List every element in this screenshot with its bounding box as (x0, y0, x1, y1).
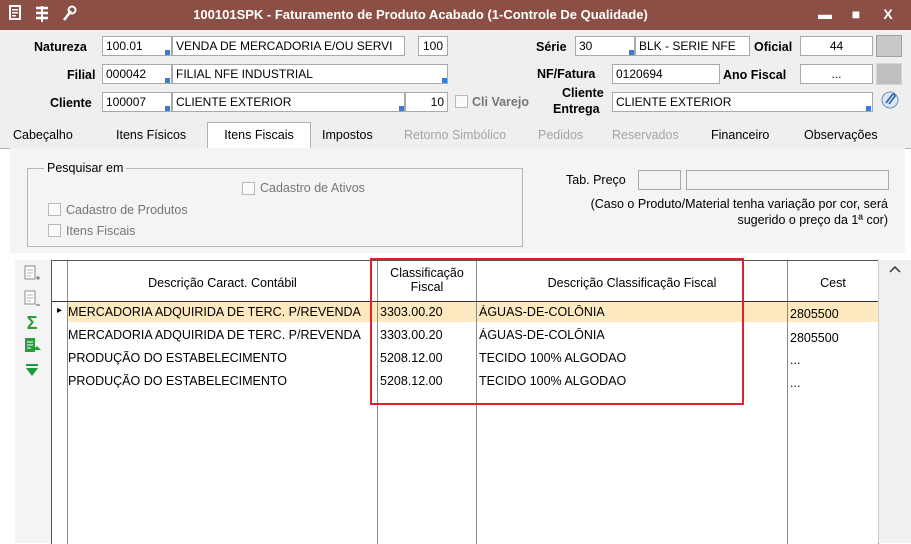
lookup-icon[interactable] (165, 50, 170, 55)
nf-fatura-field[interactable]: 0120694 (612, 64, 720, 84)
header-form: Natureza 100.01 VENDA DE MERCADORIA E/OU… (0, 30, 911, 122)
lookup-icon[interactable] (629, 50, 634, 55)
row-indicator-icon: ▸ (57, 305, 63, 316)
side-button[interactable] (876, 35, 902, 57)
move-last-icon[interactable] (22, 361, 42, 381)
cell-descricao: PRODUÇÃO DO ESTABELECIMENTO (68, 351, 288, 365)
close-button[interactable]: X (876, 4, 900, 24)
export-icon[interactable] (22, 336, 42, 356)
window-title: 100101SPK - Faturamento de Produto Acaba… (193, 7, 648, 22)
natureza-code-field[interactable]: 100.01 (102, 36, 172, 56)
filial-desc-field[interactable]: FILIAL NFE INDUSTRIAL (172, 64, 448, 84)
ano-fiscal-field[interactable]: ... (800, 64, 873, 84)
cadastro-ativos-checkbox[interactable] (242, 182, 255, 195)
serie-label: Série (536, 40, 567, 54)
remove-row-icon[interactable] (22, 289, 42, 309)
tab-retorno-simbolico[interactable]: Retorno Simbólico (404, 128, 506, 142)
tab-observacoes[interactable]: Observações (804, 128, 878, 142)
add-row-icon[interactable] (22, 264, 42, 284)
scroll-up-icon[interactable] (889, 264, 901, 277)
cadastro-produtos-label: Cadastro de Produtos (66, 203, 188, 217)
tab-impostos[interactable]: Impostos (322, 128, 373, 142)
itens-fiscais-label: Itens Fiscais (66, 224, 136, 238)
cadastro-ativos-label: Cadastro de Ativos (260, 181, 365, 195)
tab-pedidos[interactable]: Pedidos (538, 128, 583, 142)
oficial-label: Oficial (754, 40, 793, 54)
price-note: (Caso o Produto/Material tenha variação … (540, 196, 888, 228)
cli-varejo-label: Cli Varejo (472, 95, 529, 109)
itens-fiscais-checkbox[interactable] (48, 224, 61, 237)
wrench-icon[interactable] (61, 5, 77, 28)
side-button[interactable] (876, 63, 902, 85)
cliente-code-field[interactable]: 100007 (102, 92, 172, 112)
col-header-descricao[interactable]: Descrição Caract. Contábil (68, 276, 377, 290)
sync-icon[interactable] (34, 5, 50, 28)
lookup-icon[interactable] (165, 78, 170, 83)
sum-icon[interactable]: Σ (22, 313, 42, 333)
oficial-field[interactable]: 44 (800, 36, 873, 56)
cell-cest: ... (790, 353, 801, 367)
cell-cest: ... (790, 376, 801, 390)
filial-label: Filial (67, 68, 96, 82)
serie-code-field[interactable]: 30 (575, 36, 635, 56)
minimize-button[interactable]: ▬ (813, 4, 837, 24)
lookup-icon[interactable] (866, 106, 871, 111)
cliente-label: Cliente (50, 96, 92, 110)
lookup-icon[interactable] (442, 78, 447, 83)
vertical-scrollbar[interactable] (878, 260, 911, 543)
cadastro-produtos-checkbox[interactable] (48, 203, 61, 216)
cliente-entrega-field[interactable]: CLIENTE EXTERIOR (612, 92, 873, 112)
tab-preco-label: Tab. Preço (566, 173, 626, 187)
price-note-line-1: (Caso o Produto/Material tenha variação … (590, 197, 888, 211)
tab-preco-desc-field[interactable] (686, 170, 889, 190)
tab-preco-code-field[interactable] (638, 170, 681, 190)
tab-bar: Cabeçalho Itens Físicos Itens Fiscais Im… (0, 122, 911, 149)
clip-icon[interactable] (880, 90, 900, 113)
highlight-annotation-box (370, 258, 744, 405)
lookup-icon[interactable] (165, 106, 170, 111)
search-group-title: Pesquisar em (44, 161, 127, 175)
lookup-icon[interactable] (399, 106, 404, 111)
cliente-entrega-label-2: Entrega (553, 102, 600, 116)
maximize-button[interactable]: ■ (844, 4, 868, 24)
tab-itens-fiscais[interactable]: Itens Fiscais (207, 122, 311, 148)
tab-itens-fisicos[interactable]: Itens Físicos (116, 128, 186, 142)
ano-fiscal-label: Ano Fiscal (723, 68, 787, 82)
cell-cest: 2805500 (790, 331, 839, 345)
nf-fatura-label: NF/Fatura (537, 67, 596, 81)
cli-varejo-checkbox[interactable] (455, 95, 468, 108)
tab-financeiro[interactable]: Financeiro (711, 128, 769, 142)
cell-descricao: MERCADORIA ADQUIRIDA DE TERC. P/REVENDA (68, 305, 361, 319)
cliente-num-field[interactable]: 10 (405, 92, 448, 112)
col-header-cest[interactable]: Cest (788, 276, 878, 290)
cliente-desc-field[interactable]: CLIENTE EXTERIOR (172, 92, 405, 112)
cell-descricao: MERCADORIA ADQUIRIDA DE TERC. P/REVENDA (68, 328, 361, 342)
natureza-desc-field[interactable]: VENDA DE MERCADORIA E/OU SERVI (172, 36, 405, 56)
cell-descricao: PRODUÇÃO DO ESTABELECIMENTO (68, 374, 288, 388)
cell-cest: 2805500 (790, 307, 839, 321)
menu-icon[interactable] (9, 5, 23, 26)
filial-code-field[interactable]: 000042 (102, 64, 172, 84)
serie-desc-field[interactable]: BLK - SERIE NFE (635, 36, 750, 56)
natureza-num-field[interactable]: 100 (418, 36, 448, 56)
tab-reservados[interactable]: Reservados (612, 128, 679, 142)
title-bar: 100101SPK - Faturamento de Produto Acaba… (0, 0, 911, 30)
cliente-entrega-label-1: Cliente (562, 86, 604, 100)
tab-cabecalho[interactable]: Cabeçalho (13, 128, 73, 142)
natureza-label: Natureza (34, 40, 87, 54)
price-note-line-2: sugerido o preço da 1ª cor) (737, 213, 888, 227)
